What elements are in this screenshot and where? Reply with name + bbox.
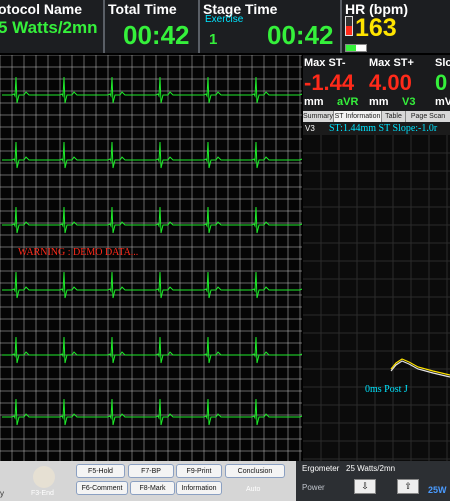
max-st-plus-value: 4.00	[369, 70, 412, 95]
ergometer-label: Ergometer	[302, 464, 340, 473]
power-down-button[interactable]: ⇩	[354, 479, 376, 494]
print-button[interactable]: F9-Print	[176, 464, 222, 478]
ergometer-panel: Ergometer 25 Watts/2mn Power ⇩ ⇧ 25W	[296, 461, 450, 501]
heart-rate-bar-icon	[345, 16, 353, 36]
down-arrow-icon: ⇩	[361, 481, 369, 491]
information-button[interactable]: Information	[176, 481, 222, 495]
demo-warning-text: WARNING : DEMO DATA...	[18, 247, 139, 258]
hr-value: 163	[355, 14, 397, 42]
f3-end-indicator	[33, 466, 55, 488]
heart-rate-panel: HR (bpm) 163	[342, 0, 450, 53]
slope-unit: mV	[435, 96, 450, 108]
conclusion-button[interactable]: Conclusion	[225, 464, 285, 478]
max-st-plus-unit: mm	[369, 96, 389, 108]
stage-number: 1	[209, 31, 218, 48]
ecg-trace	[2, 141, 338, 169]
st-complex-plot	[303, 135, 450, 461]
total-time-panel: Total Time 00:42	[105, 0, 200, 53]
bottom-control-bar: F3-End y F5-Hold F7-BP F9-Print Conclusi…	[0, 461, 450, 501]
slope-value: 0	[435, 70, 448, 95]
protocol-title: otocol Name	[0, 1, 83, 17]
up-arrow-icon: ⇧	[404, 481, 412, 491]
stage-time-panel: Stage Time Exercise 1 00:42	[200, 0, 342, 53]
top-status-bar: otocol Name 5 Watts/2mn Total Time 00:42…	[0, 0, 450, 53]
post-j-label: 0ms Post J	[365, 384, 408, 395]
stage-label: Exercise	[205, 14, 244, 25]
tab-summary[interactable]: Summary	[303, 111, 334, 122]
max-st-minus-title: Max ST-	[304, 57, 346, 69]
ecg-trace	[2, 271, 338, 299]
max-st-plus-title: Max ST+	[369, 57, 414, 69]
st-graph: V3 ST:1.44mm ST Slope:-1.0r 0ms Post J	[303, 123, 450, 461]
mark-button[interactable]: F8-Mark	[130, 481, 175, 495]
ecg-trace	[2, 76, 338, 104]
power-value: 25W	[428, 485, 447, 495]
hr-signal-bar	[345, 44, 367, 52]
tab-st-information[interactable]: ST Information	[334, 111, 382, 122]
f3-end-label: F3-End	[31, 490, 54, 497]
max-st-plus-lead: V3	[402, 96, 416, 108]
edge-char: y	[0, 489, 4, 498]
hold-button[interactable]: F5-Hold	[76, 464, 125, 478]
total-time-value: 00:42	[123, 20, 190, 50]
protocol-value: 5 Watts/2mn	[0, 18, 98, 37]
st-analysis-panel: Max ST- -1.44 mm aVR Max ST+ 4.00 mm V3 …	[303, 55, 450, 461]
protocol-panel: otocol Name 5 Watts/2mn	[0, 0, 105, 53]
stage-time-value: 00:42	[267, 20, 334, 50]
total-time-title: Total Time	[108, 1, 177, 17]
max-st-minus-value: -1.44	[304, 70, 355, 95]
bp-button[interactable]: F7-BP	[128, 464, 174, 478]
ergometer-value: 25 Watts/2mn	[346, 464, 396, 473]
auto-label: Auto	[246, 486, 261, 493]
comment-button[interactable]: F6-Comment	[76, 481, 128, 495]
tab-table[interactable]: Table	[382, 111, 406, 122]
max-st-minus-lead: aVR	[337, 96, 359, 108]
st-tab-bar: Summary ST Information Table Page Scan	[303, 111, 450, 122]
ecg-trace	[2, 336, 338, 364]
power-up-button[interactable]: ⇧	[397, 479, 419, 494]
ecg-waveform-display	[0, 54, 338, 461]
st-complex-trace	[390, 358, 450, 376]
power-label: Power	[302, 483, 325, 492]
max-st-minus-unit: mm	[304, 96, 324, 108]
slope-title: Slo	[435, 57, 450, 69]
ecg-grid-area: WARNING : DEMO DATA...	[0, 54, 338, 461]
tab-page-scan[interactable]: Page Scan	[406, 111, 450, 122]
